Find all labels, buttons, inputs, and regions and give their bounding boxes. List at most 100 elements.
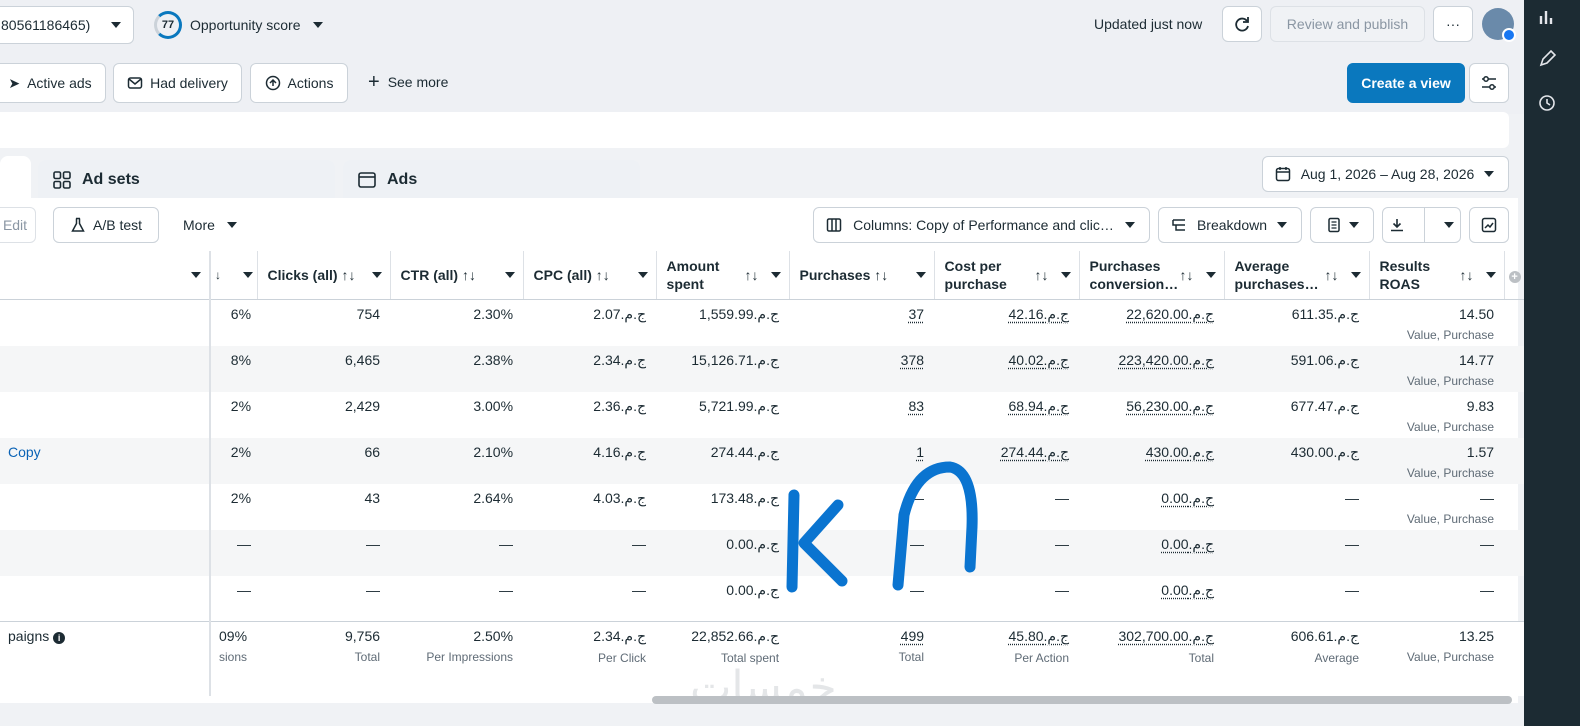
cell-value: — <box>499 535 514 552</box>
row-name[interactable] <box>0 345 211 392</box>
filter-actions[interactable]: Actions <box>250 63 348 103</box>
download-icon <box>1391 219 1403 232</box>
date-range-picker[interactable]: Aug 1, 2026 – Aug 28, 2026 <box>1262 156 1509 192</box>
account-selector[interactable]: 80561186465) <box>0 6 134 44</box>
cell-pct: 2% <box>210 392 257 438</box>
total-subtext: Value, Purchase <box>1406 650 1495 664</box>
column-header-average-purchases[interactable]: Average purchases… ↑↓ <box>1224 251 1370 300</box>
reports-button[interactable] <box>1310 207 1374 243</box>
table-row[interactable]: 2% 2,429 3.00% ج.م.2.36 ج.م.5,721.99 83 ج.م.68… <box>0 391 1535 438</box>
cell-subtext: Value, Purchase <box>1406 511 1495 526</box>
pencil-icon[interactable] <box>1538 50 1556 68</box>
row-name[interactable] <box>0 575 211 622</box>
cell-roas: — <box>1369 529 1505 576</box>
filter-active-ads[interactable]: ➤ Active ads <box>0 63 106 103</box>
column-header-amount-spent[interactable]: Amount spent ↑↓ <box>656 251 790 300</box>
tab-campaigns[interactable] <box>0 156 31 200</box>
account-id: 80561186465) <box>1 17 91 33</box>
create-view-button[interactable]: Create a view <box>1347 63 1465 103</box>
header-label: Cost per purchase <box>944 258 1007 292</box>
see-more-button[interactable]: + See more <box>368 71 448 93</box>
cell-cost: ج.م.68.94 <box>934 392 1079 438</box>
table-row[interactable]: 8% 6,465 2.38% ج.م.2.34 ج.م.15,126.71 378 ج.م.… <box>0 345 1536 392</box>
table-row[interactable]: — — — — ج.م.0.00— — ج.م.0.00— — <box>0 575 1535 622</box>
column-header-clicks[interactable]: Clicks (all) ↑↓ <box>257 251 391 300</box>
row-name[interactable] <box>0 299 211 346</box>
chevron-down-icon <box>504 272 515 278</box>
cell-clicks: — <box>257 529 391 576</box>
ab-test-button[interactable]: A/B test <box>53 207 159 243</box>
more-options-button[interactable]: ··· <box>1433 6 1473 42</box>
sort-icon: ↑↓ <box>1459 267 1474 283</box>
breakdown-selector[interactable]: Breakdown <box>1158 207 1302 243</box>
cell-value: ج.م.4.03 <box>593 489 647 506</box>
more-label: More <box>183 217 215 233</box>
bar-chart-icon[interactable] <box>1538 8 1556 26</box>
chevron-down-icon <box>1205 272 1216 278</box>
cell-ctr: 2.64% <box>390 484 523 530</box>
cell-value: ج.م.0.00 <box>1161 489 1215 506</box>
info-icon[interactable]: i <box>53 632 66 644</box>
cell-purchases: 378 <box>789 345 935 392</box>
table-row[interactable]: — — — — ج.م.0.00— — ج.م.0.00— — <box>0 529 1536 576</box>
plus-icon: + <box>368 71 380 93</box>
row-name-link[interactable]: Copy <box>8 444 41 460</box>
refresh-button[interactable] <box>1222 6 1262 42</box>
expand-chart-button[interactable] <box>1469 207 1509 243</box>
row-name[interactable] <box>0 391 211 438</box>
cell-purchases: 37 <box>789 300 934 346</box>
table-row[interactable]: Copy 2% 66 2.10% ج.م.4.16 ج.م.274.44 1 ج.م.274.… <box>0 437 1536 484</box>
column-header-ctr[interactable]: CTR (all) ↑↓ <box>390 251 524 300</box>
ab-test-label: A/B test <box>92 217 143 233</box>
total-subtext: Per Action <box>1014 651 1070 665</box>
cell-subtext: Value, Purchase <box>1406 373 1495 388</box>
cell-clicks: 2,429 <box>257 392 390 438</box>
review-publish-button[interactable]: Review and publish <box>1270 6 1425 42</box>
cell-spent: ج.م.274.44 <box>656 437 790 484</box>
table-row[interactable]: 2% 43 2.64% ج.م.4.03 ج.م.173.48— — ج.م.0.00— — V… <box>0 483 1535 530</box>
chevron-down-icon <box>1483 171 1494 177</box>
chevron-down-icon <box>111 22 121 28</box>
column-header-cost-per-purchase[interactable]: Cost per purchase ↑↓ <box>934 251 1080 300</box>
total-value: 13.25 <box>1458 628 1495 644</box>
columns-selector[interactable]: Columns: Copy of Performance and clic… <box>813 207 1150 243</box>
table-row[interactable]: 6% 754 2.30% ج.م.2.07 ج.م.1,559.99 37 ج.م.42.1… <box>0 299 1535 346</box>
cell-value: 2.38% <box>473 351 514 368</box>
cell-value: 3.00% <box>473 397 514 414</box>
cell-roas: 9.83 Value, Purchase <box>1369 392 1504 438</box>
edit-button[interactable]: Edit <box>0 207 36 243</box>
column-header-purchases[interactable]: Purchases ↑↓ <box>789 251 935 300</box>
column-header-results[interactable]: ↓ <box>210 251 258 300</box>
cell-avg: — <box>1224 529 1370 576</box>
search-bar[interactable] <box>0 112 1509 148</box>
column-header-purchases-conversion[interactable]: Purchases conversion… ↑↓ <box>1079 251 1225 300</box>
cell-ctr: — <box>390 576 523 622</box>
chevron-down-icon <box>770 272 781 278</box>
tab-ad-sets[interactable]: Ad sets <box>38 160 335 200</box>
cell-clicks: 43 <box>257 484 390 530</box>
row-name[interactable]: Copy <box>0 437 211 484</box>
clock-icon[interactable] <box>1538 94 1556 112</box>
column-header-name[interactable] <box>0 251 211 300</box>
settings-button[interactable] <box>1469 63 1509 103</box>
tab-ads[interactable]: Ads <box>343 160 640 200</box>
cell-clicks: 66 <box>257 437 391 484</box>
row-name[interactable] <box>0 529 211 576</box>
row-name[interactable] <box>0 483 211 530</box>
column-header-cpc[interactable]: CPC (all) ↑↓ <box>523 251 657 300</box>
cell-value: — <box>1480 489 1495 506</box>
cell-cpc: ج.م.2.34 <box>523 345 657 392</box>
filter-had-delivery[interactable]: Had delivery <box>113 63 242 103</box>
total-value: 499 <box>900 628 925 644</box>
column-header-results-roas[interactable]: Results ROAS ↑↓ <box>1369 251 1505 300</box>
cell-value: ج.م.274.44 <box>1000 443 1070 460</box>
cell-value: ج.م.2.36 <box>593 397 647 414</box>
more-menu[interactable]: More <box>183 217 237 233</box>
horizontal-scrollbar[interactable] <box>652 696 1512 704</box>
cell-pct: — <box>210 576 257 622</box>
cell-value: ج.م.430.00 <box>1290 443 1360 460</box>
watermark: خمسات <box>690 662 837 713</box>
export-button[interactable] <box>1382 207 1461 243</box>
opportunity-score[interactable]: 77 Opportunity score <box>154 10 323 40</box>
total-pct: 09% sions <box>210 621 258 696</box>
